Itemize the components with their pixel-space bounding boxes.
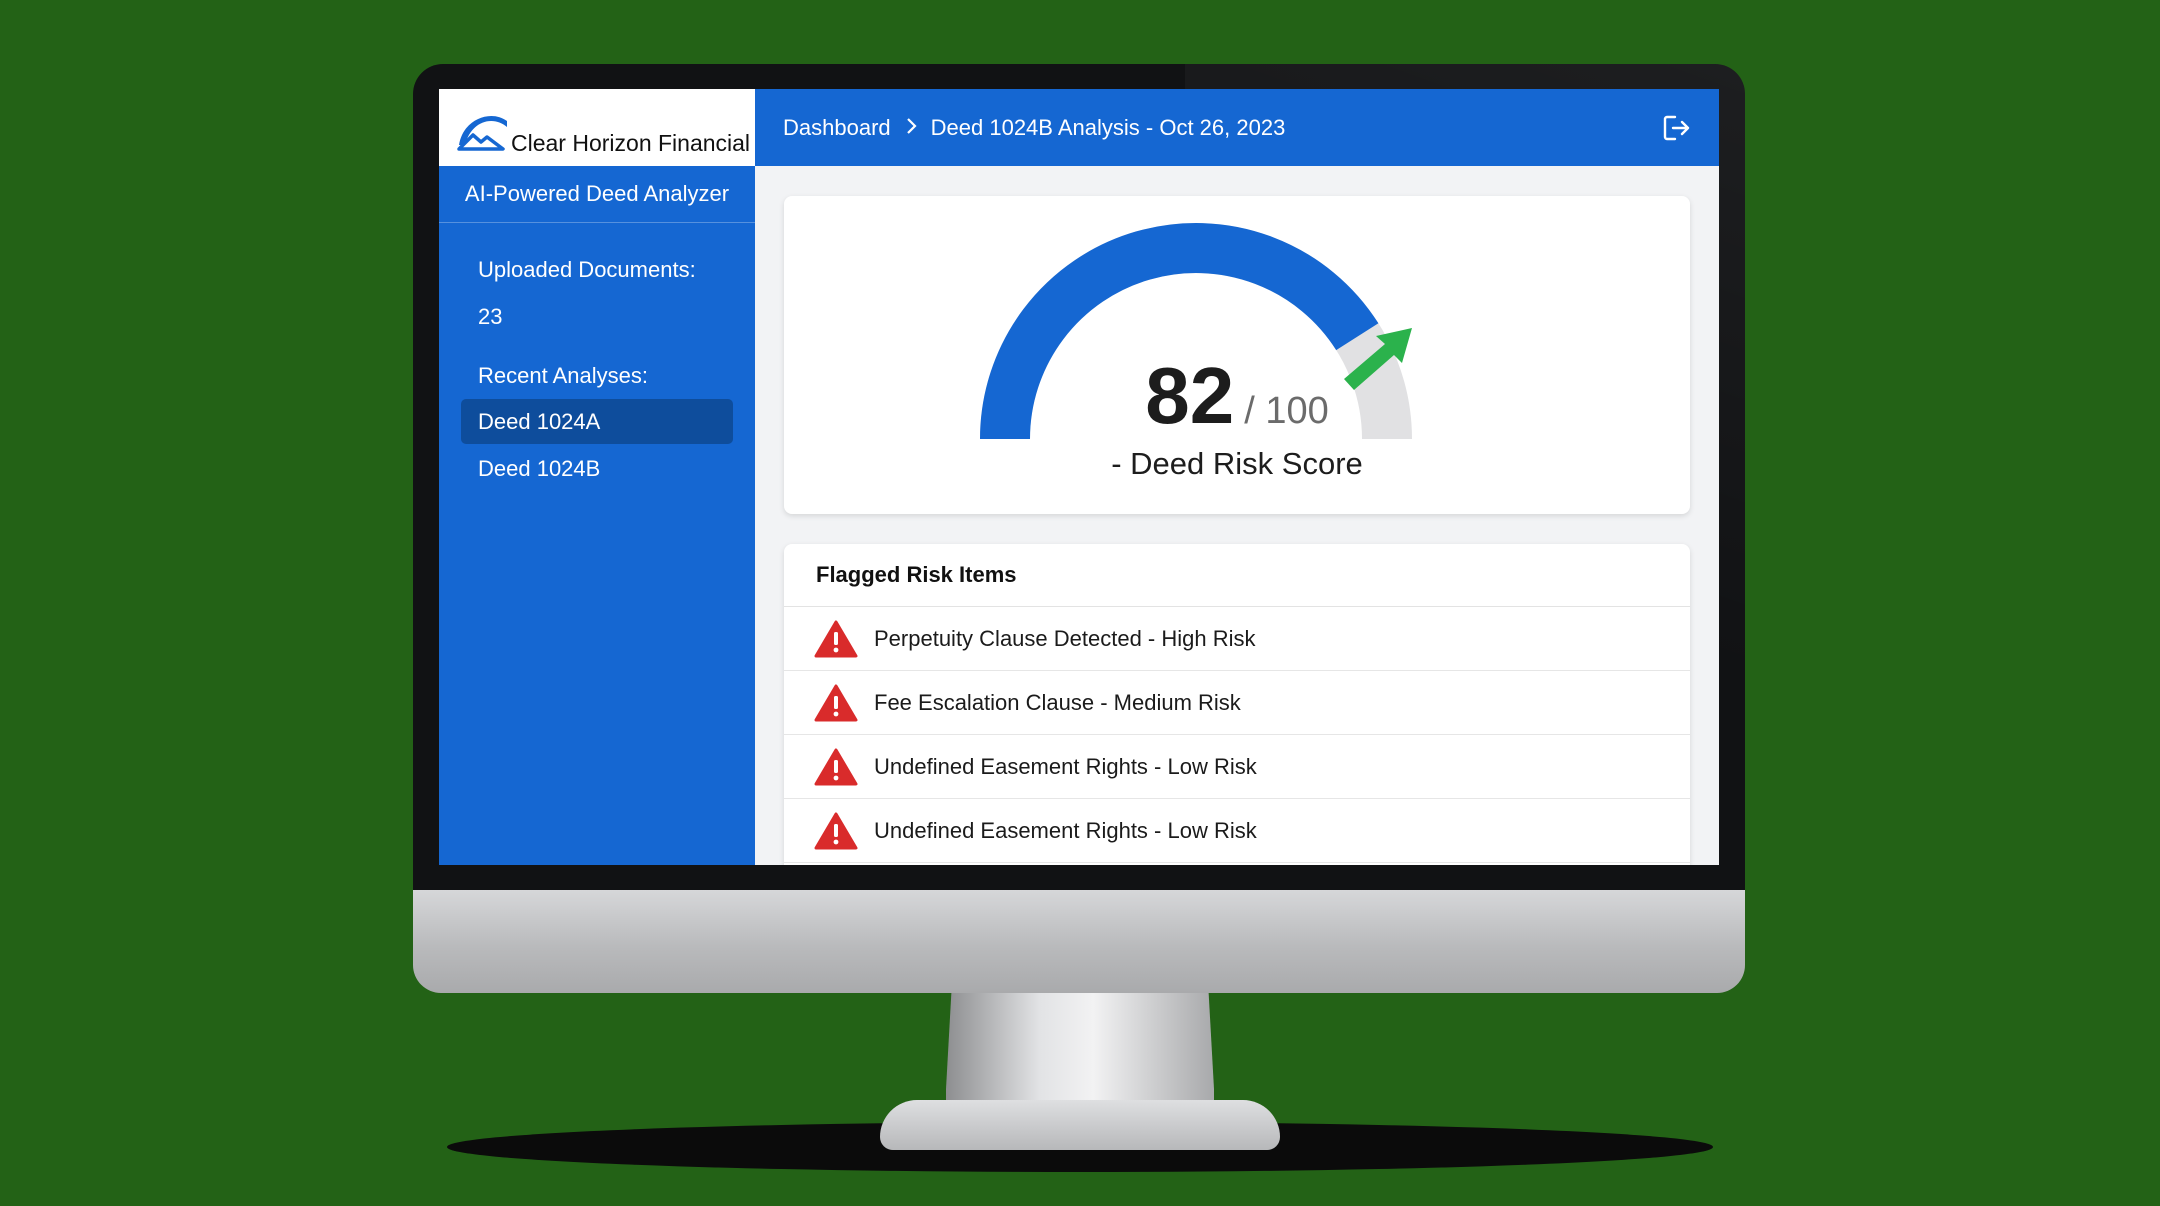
uploaded-documents-label: Uploaded Documents: [478,257,696,282]
breadcrumb-current: Deed 1024B Analysis - Oct 26, 2023 [930,114,1286,140]
recent-analyses-label: Recent Analyses: [478,363,648,388]
monitor-chin [413,890,1745,993]
monitor-stand-neck [946,993,1214,1113]
breadcrumb-dashboard[interactable]: Dashboard [783,115,891,141]
risk-score-max: / 100 [1244,390,1329,432]
warning-triangle-icon [814,812,858,849]
app-screen: Clear Horizon Financial AI-Powered Deed … [439,89,1719,865]
logout-icon[interactable] [1661,112,1693,144]
warning-triangle-icon [814,620,858,657]
brand-logo[interactable]: Clear Horizon Financial [439,89,755,166]
flagged-risk-items-panel: Flagged Risk Items Perpetuity Clause Det… [784,544,1690,865]
risk-score-card: 82 / 100 - Deed Risk Score [784,196,1690,514]
uploaded-documents-count: 23 [478,304,503,329]
monitor-stand-base [880,1100,1280,1150]
brand-name: Clear Horizon Financial [511,130,751,156]
risk-item-label: Perpetuity Clause Detected - High Risk [874,625,1256,651]
chevron-right-icon [905,115,917,141]
sidebar-item-deed-1024b[interactable]: Deed 1024B [461,446,733,491]
horizon-logo-icon [457,115,507,151]
sidebar-item-deed-1024a[interactable]: Deed 1024A [461,399,733,444]
risk-item-row[interactable]: Fee Escalation Clause - Medium Risk [784,671,1690,735]
risk-item-label: Undefined Easement Rights - Low Risk [874,817,1257,843]
risk-item-row[interactable]: Undefined Easement Rights - Low Risk [784,799,1690,863]
flagged-risk-items-title: Flagged Risk Items [784,544,1690,607]
risk-score-value: 82 [1145,351,1235,440]
risk-score-label: - Deed Risk Score [1111,446,1363,481]
sidebar: Clear Horizon Financial AI-Powered Deed … [439,89,755,865]
header-bar: Dashboard Deed 1024B Analysis - Oct 26, … [755,89,1719,166]
score-display: 82 / 100 [784,356,1690,436]
app-title: AI-Powered Deed Analyzer [439,166,755,223]
risk-item-label: Undefined Easement Rights - Low Risk [874,753,1257,779]
warning-triangle-icon [814,684,858,721]
risk-item-row[interactable]: Undefined Easement Rights - Low Risk [784,735,1690,799]
risk-item-row[interactable]: Perpetuity Clause Detected - High Risk [784,607,1690,671]
warning-triangle-icon [814,748,858,785]
risk-item-label: Fee Escalation Clause - Medium Risk [874,689,1241,715]
